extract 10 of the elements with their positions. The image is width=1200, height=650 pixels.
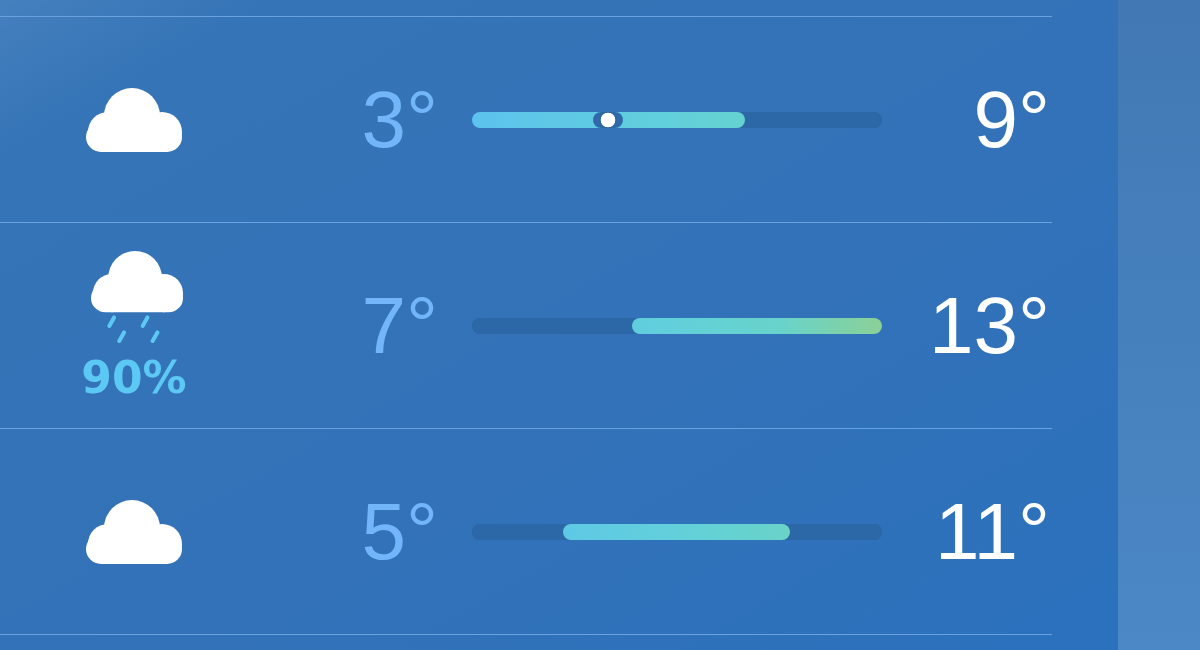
low-temperature: 7° xyxy=(360,285,439,366)
low-temperature: 3° xyxy=(360,79,439,160)
rain-cloud-icon xyxy=(91,251,183,343)
cloud-icon xyxy=(86,499,182,564)
low-temperature: 5° xyxy=(360,491,439,572)
precipitation-chance: 90% xyxy=(81,356,187,400)
high-temperature: 9° xyxy=(972,79,1050,160)
high-temperature: 11° xyxy=(933,491,1050,572)
cloud-icon xyxy=(86,87,182,152)
high-temperature: 13° xyxy=(928,285,1050,366)
